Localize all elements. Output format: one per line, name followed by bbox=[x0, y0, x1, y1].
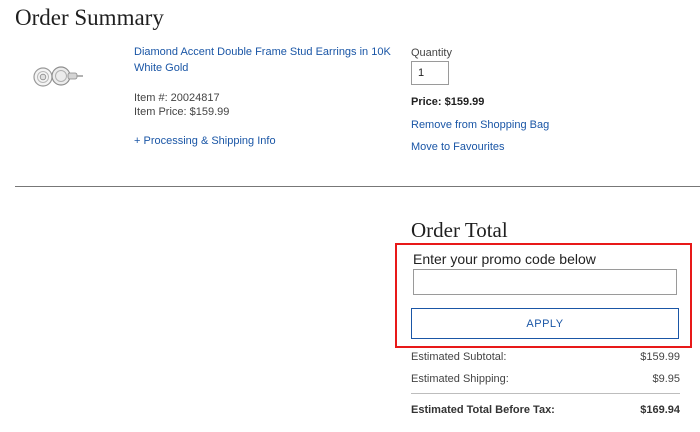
summary-divider bbox=[411, 393, 680, 394]
quantity-label: Quantity bbox=[411, 47, 452, 59]
total-value: $169.94 bbox=[640, 404, 680, 416]
subtotal-value: $159.99 bbox=[640, 351, 680, 363]
item-number: Item #: 20024817 bbox=[134, 92, 220, 104]
subtotal-label: Estimated Subtotal: bbox=[411, 351, 507, 363]
section-divider bbox=[15, 186, 700, 187]
order-total-title: Order Total bbox=[411, 218, 508, 242]
shipping-label: Estimated Shipping: bbox=[411, 373, 509, 385]
promo-code-input[interactable] bbox=[413, 269, 677, 295]
total-label: Estimated Total Before Tax: bbox=[411, 404, 555, 416]
processing-shipping-info-link[interactable]: + Processing & Shipping Info bbox=[134, 135, 276, 147]
apply-button[interactable]: APPLY bbox=[411, 308, 679, 339]
subtotal-row: Estimated Subtotal: $159.99 bbox=[411, 351, 680, 363]
product-image[interactable] bbox=[30, 62, 86, 92]
total-row: Estimated Total Before Tax: $169.94 bbox=[411, 404, 680, 416]
quantity-input[interactable] bbox=[411, 61, 449, 85]
promo-code-label: Enter your promo code below bbox=[413, 251, 596, 267]
line-price: Price: $159.99 bbox=[411, 96, 485, 108]
item-price: Item Price: $159.99 bbox=[134, 106, 230, 118]
page-title: Order Summary bbox=[15, 5, 164, 30]
shipping-value: $9.95 bbox=[652, 373, 680, 385]
remove-from-bag-link[interactable]: Remove from Shopping Bag bbox=[411, 119, 549, 131]
product-name-link[interactable]: Diamond Accent Double Frame Stud Earring… bbox=[134, 44, 394, 76]
stud-earrings-icon bbox=[33, 66, 83, 87]
shipping-row: Estimated Shipping: $9.95 bbox=[411, 373, 680, 385]
move-to-favourites-link[interactable]: Move to Favourites bbox=[411, 141, 505, 153]
